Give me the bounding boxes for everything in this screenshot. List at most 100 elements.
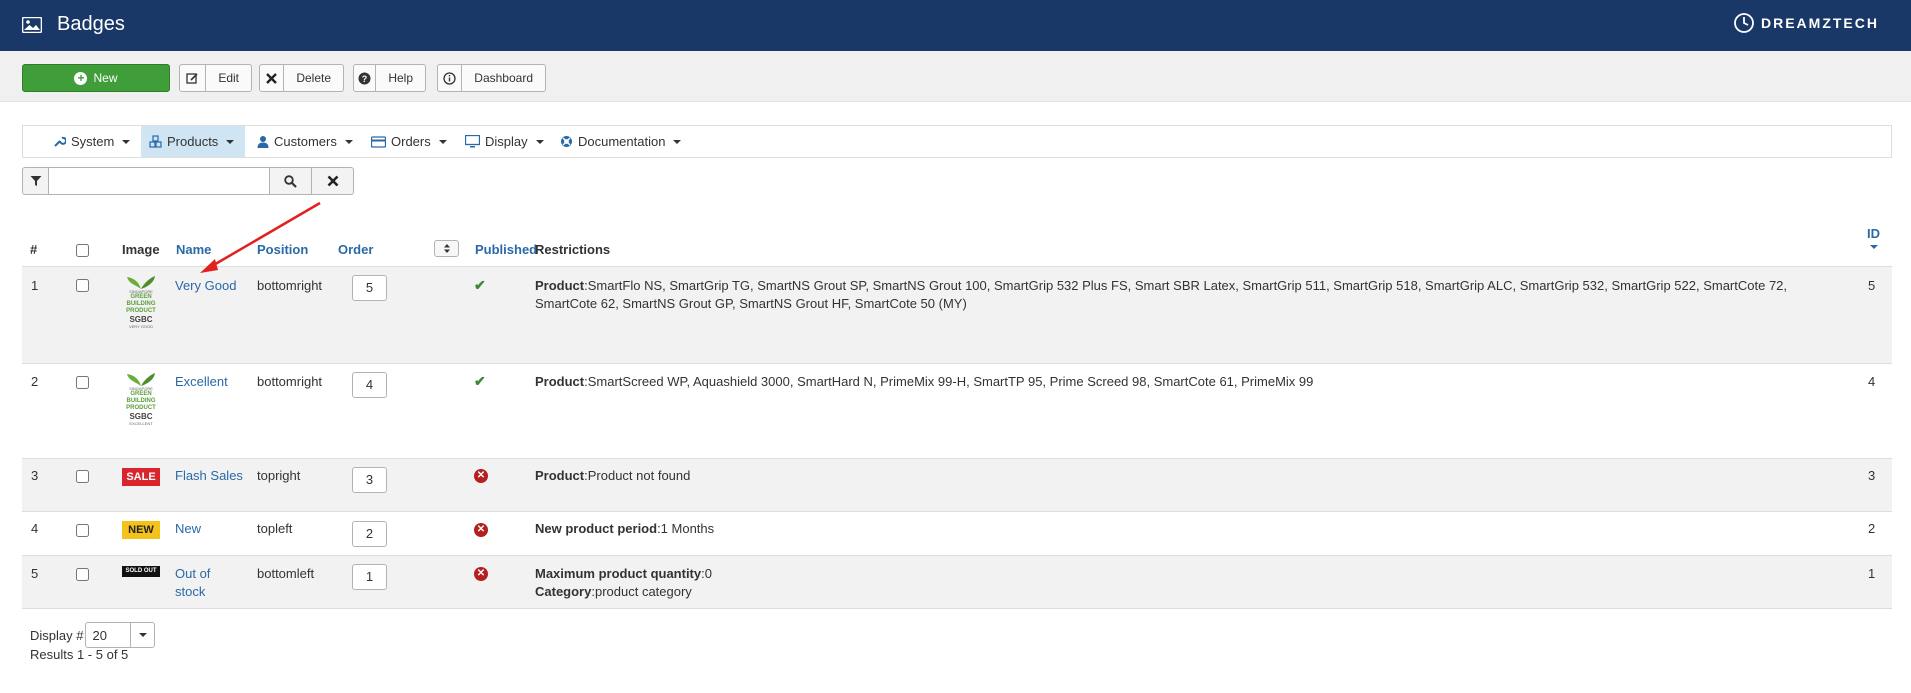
menu-customers[interactable]: Customers	[249, 126, 361, 157]
caret-down-icon	[673, 139, 682, 144]
order-input[interactable]: 5	[352, 275, 387, 301]
table-row: 2 SINGAPORE GREEN BUILDING PRODUCT SGBC …	[22, 363, 1892, 458]
plus-icon: +	[74, 71, 88, 85]
badge-name-link[interactable]: New	[175, 520, 243, 538]
svg-text:?: ?	[362, 74, 368, 84]
display-limit: Display # 20	[30, 622, 156, 648]
menu-documentation-label: Documentation	[578, 134, 666, 149]
menu-products-label: Products	[167, 134, 219, 149]
badge-name-link[interactable]: Flash Sales	[175, 467, 243, 485]
menu-documentation[interactable]: Documentation	[552, 126, 689, 157]
badge-position: bottomright	[257, 278, 323, 293]
col-position-sort[interactable]: Position	[257, 242, 308, 257]
caret-down-icon	[226, 139, 235, 144]
menu-customers-label: Customers	[274, 134, 337, 149]
delete-button-label: Delete	[296, 71, 331, 85]
table-header: # Image Name Position Order Published Re…	[22, 226, 1892, 266]
delete-button[interactable]: Delete	[259, 64, 344, 92]
search-input[interactable]	[49, 167, 270, 195]
col-order-sort[interactable]: Order	[338, 242, 373, 257]
caret-down-icon	[344, 139, 353, 144]
badge-image-very-good: SINGAPORE GREEN BUILDING PRODUCT SGBC VE…	[122, 275, 160, 341]
col-id-label: ID	[1867, 226, 1880, 241]
row-checkbox[interactable]	[76, 376, 89, 394]
search-button[interactable]	[270, 167, 312, 195]
display-label: Display #	[30, 627, 84, 643]
row-id: 4	[1868, 374, 1876, 389]
badge-image-new: NEW	[122, 521, 160, 539]
wrench-icon	[54, 136, 66, 147]
row-checkbox[interactable]	[76, 279, 89, 297]
help-button-label: Help	[388, 71, 413, 85]
row-id: 1	[1868, 566, 1876, 581]
new-button[interactable]: + New	[22, 64, 170, 92]
credit-card-icon	[371, 135, 386, 148]
help-button[interactable]: ? Help	[353, 64, 426, 92]
row-checkbox[interactable]	[76, 568, 89, 586]
unpublished-icon[interactable]: ✕	[474, 469, 488, 483]
menu-system[interactable]: System	[45, 126, 138, 157]
col-published-sort[interactable]: Published	[475, 242, 537, 257]
badge-name-link[interactable]: Out of stock	[175, 565, 243, 601]
col-num: #	[30, 242, 38, 257]
row-id: 5	[1868, 278, 1876, 293]
app-header: Badges DREAMZTECH	[0, 0, 1911, 51]
row-number: 5	[31, 566, 39, 581]
row-checkbox[interactable]	[76, 470, 89, 488]
clear-search-button[interactable]	[312, 167, 354, 195]
edit-button-label: Edit	[218, 71, 239, 85]
save-order-button[interactable]	[434, 240, 459, 257]
menu-products[interactable]: Products	[141, 126, 245, 157]
edit-button[interactable]: Edit	[179, 64, 252, 92]
toolbar: + New Edit Delete ? Help Dashboard	[0, 51, 1911, 102]
question-icon: ?	[354, 65, 377, 91]
close-icon	[327, 175, 338, 187]
row-checkbox[interactable]	[76, 524, 89, 542]
results-count: Results 1 - 5 of 5	[30, 647, 129, 662]
col-id-sort[interactable]: ID	[1867, 226, 1880, 249]
badge-image-sold-out: SOLD OUT	[122, 566, 160, 577]
row-number: 3	[31, 468, 39, 483]
order-input[interactable]: 4	[352, 372, 387, 398]
caret-down-icon	[122, 139, 131, 144]
close-icon	[260, 65, 285, 91]
filter-icon[interactable]	[22, 167, 49, 195]
badge-name-link[interactable]: Excellent	[175, 373, 243, 391]
badge-name-link[interactable]: Very Good	[175, 277, 243, 295]
select-all-checkbox[interactable]	[76, 244, 89, 260]
published-check-icon[interactable]: ✔	[474, 276, 486, 294]
badge-position: bottomleft	[257, 566, 315, 581]
new-button-label: New	[93, 71, 118, 85]
table-bottom-divider	[22, 608, 1892, 609]
display-limit-value: 20	[92, 627, 107, 643]
badge-image-excellent: SINGAPORE GREEN BUILDING PRODUCT SGBC EX…	[122, 372, 160, 438]
table-row: 5 SOLD OUT Out of stock bottomleft 1 ✕ M…	[22, 555, 1892, 608]
restrictions-text: Product:Product not found	[535, 468, 691, 483]
edit-icon	[180, 65, 207, 91]
cubes-icon	[149, 135, 162, 148]
menu-display[interactable]: Display	[457, 126, 552, 157]
search-icon	[284, 174, 297, 188]
row-number: 4	[31, 521, 39, 536]
menu-display-label: Display	[485, 134, 528, 149]
menu-orders[interactable]: Orders	[363, 126, 455, 157]
menu-orders-label: Orders	[391, 134, 431, 149]
published-check-icon[interactable]: ✔	[474, 372, 486, 390]
display-limit-select[interactable]: 20	[85, 622, 156, 648]
col-name-sort[interactable]: Name	[176, 242, 211, 257]
caret-down-icon	[130, 623, 154, 647]
unpublished-icon[interactable]: ✕	[474, 567, 488, 581]
dashboard-button[interactable]: Dashboard	[437, 64, 546, 92]
order-input[interactable]: 1	[352, 564, 387, 590]
dashboard-button-label: Dashboard	[474, 71, 533, 85]
row-id: 3	[1868, 468, 1876, 483]
monitor-icon	[465, 135, 480, 148]
caret-down-icon	[1869, 245, 1878, 249]
unpublished-icon[interactable]: ✕	[474, 523, 488, 537]
caret-down-icon	[438, 139, 447, 144]
restrictions-text: Maximum product quantity:0 Category:prod…	[535, 566, 712, 599]
menu-system-label: System	[71, 134, 115, 149]
restrictions-text: Product:SmartScreed WP, Aquashield 3000,…	[535, 374, 1314, 389]
order-input[interactable]: 3	[352, 467, 387, 493]
order-input[interactable]: 2	[352, 521, 387, 547]
